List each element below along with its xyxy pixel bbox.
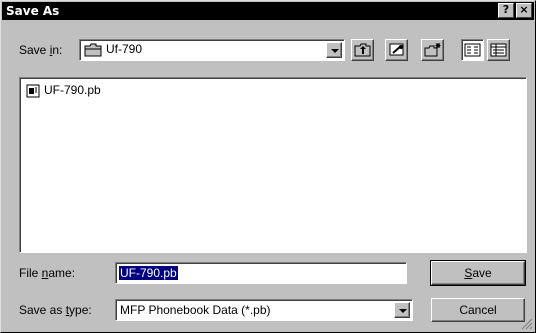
window-title: Save As	[6, 4, 60, 18]
new-folder-button[interactable]	[421, 39, 444, 61]
save-as-type-label: Save as type:	[19, 303, 92, 317]
save-in-dropdown[interactable]: Uf-790	[79, 39, 345, 61]
save-in-label: Save in:	[19, 43, 63, 57]
file-name-label: File name:	[19, 266, 76, 280]
help-button[interactable]: ?	[498, 3, 514, 18]
details-view-button[interactable]	[487, 39, 510, 61]
resize-grip[interactable]	[521, 318, 533, 330]
close-button[interactable]: ×	[516, 3, 532, 18]
file-name-text: UF-790.pb	[44, 83, 101, 97]
desktop-button[interactable]	[385, 39, 408, 61]
save-as-type-dropdown-arrow[interactable]	[394, 302, 410, 318]
save-in-dropdown-arrow[interactable]	[326, 42, 342, 58]
title-bar[interactable]: Save As ? ×	[2, 2, 534, 20]
list-view-button[interactable]	[461, 39, 484, 61]
file-list[interactable]: UF-790.pb	[19, 77, 527, 253]
document-icon	[26, 84, 40, 101]
up-one-level-button[interactable]	[351, 39, 374, 61]
file-name-value: UF-790.pb	[119, 266, 178, 280]
save-as-type-value: MFP Phonebook Data (*.pb)	[120, 303, 271, 317]
cancel-button[interactable]: Cancel	[431, 298, 525, 322]
folder-icon	[84, 43, 102, 60]
save-in-value: Uf-790	[106, 42, 143, 56]
save-button[interactable]: Save	[430, 260, 526, 286]
save-as-dialog: Save As ? × Save in: Uf-790 UF-790.pb Fi…	[0, 0, 536, 333]
save-as-type-dropdown[interactable]: MFP Phonebook Data (*.pb)	[115, 299, 413, 321]
file-name-input[interactable]: UF-790.pb	[115, 262, 407, 284]
